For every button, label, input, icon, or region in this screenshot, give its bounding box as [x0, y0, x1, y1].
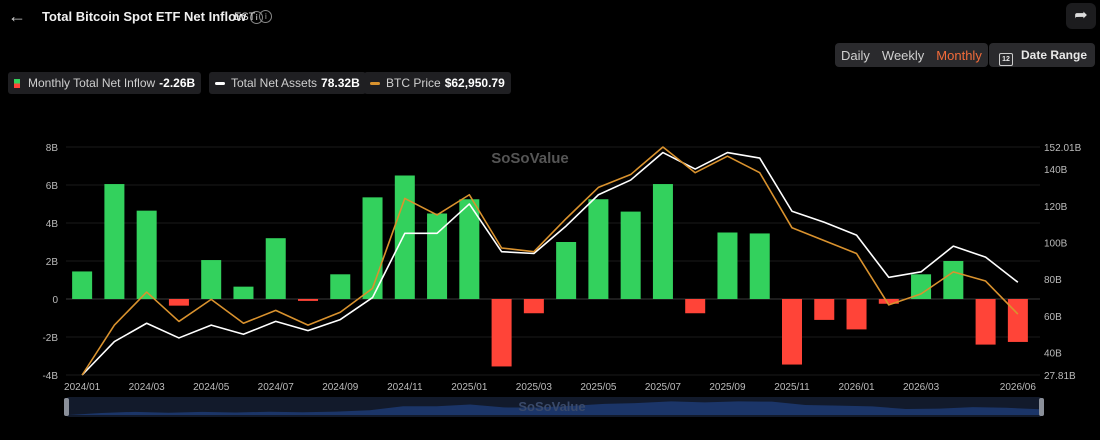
x-axis-tick: 2026/03	[903, 382, 940, 393]
inflow-bar	[556, 242, 577, 299]
x-axis-tick: 2025/07	[645, 382, 682, 393]
x-axis-tick: 2025/01	[451, 382, 488, 393]
left-axis-tick: -4B	[42, 371, 58, 382]
inflow-bar	[588, 199, 609, 299]
x-axis-tick: 2025/09	[709, 382, 746, 393]
navigator-left-handle[interactable]	[64, 398, 69, 416]
navigator[interactable]: SoSoValue	[64, 397, 1044, 417]
x-axis-tick: 2024/01	[64, 382, 101, 393]
inflow-bar	[749, 233, 770, 299]
inflow-bar	[911, 274, 932, 299]
left-axis-tick: 4B	[46, 219, 59, 230]
inflow-bar	[265, 238, 286, 299]
inflow-bar	[297, 299, 319, 301]
left-axis-ticks: 8B 6B 4B 2B 0 -2B -4B	[42, 143, 58, 382]
x-axis-tick: 2025/03	[516, 382, 553, 393]
right-axis-tick: 152.01B	[1044, 143, 1082, 154]
inflow-bar	[201, 260, 222, 299]
x-axis-tick: 2025/05	[580, 382, 617, 393]
right-axis-tick: 27.81B	[1044, 371, 1076, 382]
inflow-bar	[781, 299, 803, 365]
right-axis-tick: 100B	[1044, 238, 1068, 249]
inflow-bar	[620, 211, 641, 299]
right-axis-tick: 80B	[1044, 275, 1062, 286]
watermark: SoSoValue	[491, 150, 569, 167]
left-axis-tick: 0	[52, 295, 58, 306]
chart-area[interactable]: 8B 6B 4B 2B 0 -2B -4B 152.01B 140B 120B 100B 80B 60…	[0, 0, 1100, 440]
inflow-bar	[491, 299, 512, 367]
left-axis-tick: 8B	[46, 143, 59, 154]
x-axis-tick: 2024/09	[322, 382, 359, 393]
inflow-bar	[233, 286, 254, 299]
inflow-bar	[685, 299, 706, 314]
right-axis-ticks: 152.01B 140B 120B 100B 80B 60B 40B 27.81B	[1044, 143, 1082, 382]
right-axis-tick: 140B	[1044, 165, 1068, 176]
inflow-bar	[652, 184, 673, 299]
right-axis-tick: 120B	[1044, 202, 1068, 213]
inflow-bar	[104, 184, 125, 299]
x-axis-tick: 2026/06	[1000, 382, 1037, 393]
x-axis-tick: 2026/01	[838, 382, 875, 393]
right-axis-tick: 40B	[1044, 349, 1062, 360]
inflow-bar	[394, 175, 415, 299]
x-axis-tick: 2024/05	[193, 382, 230, 393]
x-axis-tick: 2025/11	[774, 382, 810, 393]
inflow-bar	[168, 299, 189, 306]
left-axis-tick: -2B	[42, 333, 58, 344]
x-axis-ticks: 2024/01 2024/03 2024/05 2024/07 2024/09 2024/…	[64, 382, 1036, 393]
inflow-bar	[523, 299, 544, 314]
inflow-bar	[72, 271, 93, 299]
left-axis-tick: 2B	[46, 257, 59, 268]
navigator-right-handle[interactable]	[1039, 398, 1044, 416]
inflow-bar	[330, 274, 351, 299]
total-net-assets-line	[81, 151, 1019, 376]
inflow-bar	[846, 299, 867, 330]
inflow-bar	[1007, 299, 1028, 342]
inflow-bar	[136, 210, 157, 299]
left-axis-tick: 6B	[46, 181, 59, 192]
inflow-bar	[717, 232, 738, 299]
navigator-watermark: SoSoValue	[518, 399, 585, 414]
inflow-bar	[975, 299, 996, 345]
inflow-bar	[814, 299, 835, 320]
x-axis-tick: 2024/03	[129, 382, 166, 393]
right-axis-tick: 60B	[1044, 312, 1062, 323]
x-axis-tick: 2024/07	[258, 382, 295, 393]
inflow-bar	[943, 261, 964, 299]
x-axis-tick: 2024/11	[387, 382, 423, 393]
